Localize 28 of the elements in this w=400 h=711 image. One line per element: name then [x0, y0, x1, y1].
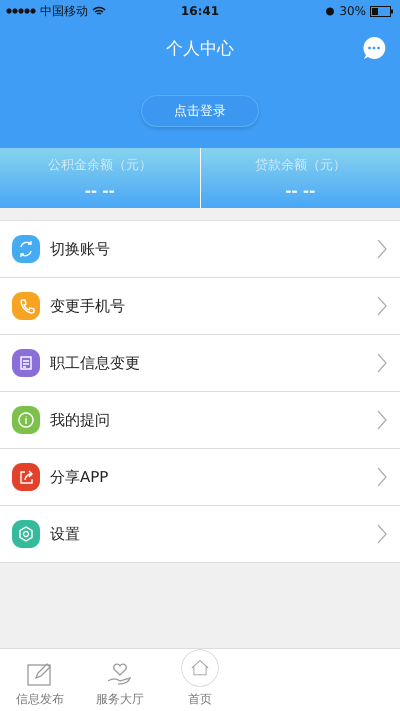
heart-hand-icon: [106, 661, 134, 687]
chevron-icon: [376, 466, 388, 488]
stat-value: -- --: [84, 182, 115, 200]
stat-label: 贷款余额（元）: [254, 157, 346, 174]
chevron-icon: [376, 409, 388, 431]
menu-item[interactable]: 设置: [0, 506, 400, 563]
tab-item[interactable]: 首页: [160, 649, 240, 711]
menu-item[interactable]: 分享APP: [0, 449, 400, 506]
signal-icon: [6, 8, 36, 14]
stat-label: 公积金余额（元）: [48, 157, 152, 174]
carrier: 中国移动: [40, 2, 88, 20]
wifi-icon: [92, 6, 106, 16]
chevron-icon: [376, 295, 388, 317]
menu-item[interactable]: 切换账号: [0, 221, 400, 278]
tab-item[interactable]: 服务大厅: [80, 649, 160, 711]
menu-item[interactable]: 职工信息变更: [0, 335, 400, 392]
clock: 16:41: [180, 4, 220, 18]
chat-icon[interactable]: [362, 36, 386, 60]
chevron-icon: [376, 238, 388, 260]
tab-item[interactable]: 信息发布: [0, 649, 80, 711]
battery-percent: 30%: [339, 4, 366, 18]
stat-value: -- --: [285, 182, 316, 200]
page-title: 个人中心: [166, 38, 234, 60]
chevron-icon: [376, 352, 388, 374]
battery-icon: [370, 6, 394, 16]
chevron-icon: [376, 523, 388, 545]
menu-item[interactable]: 我的提问: [0, 392, 400, 449]
menu-item[interactable]: 变更手机号: [0, 278, 400, 335]
